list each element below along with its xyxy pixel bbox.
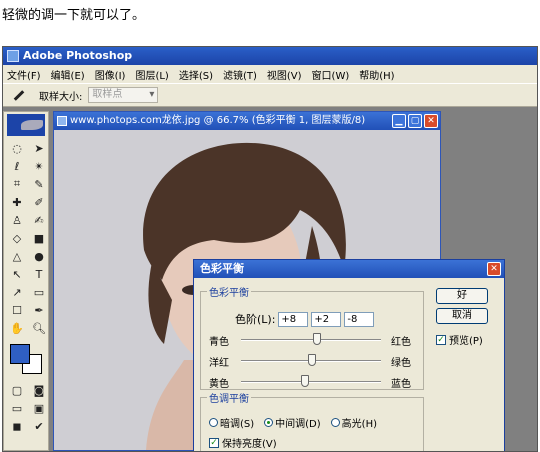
menu-help[interactable]: 帮助(H) [359, 67, 394, 82]
dodge-tool-icon[interactable]: ● [29, 248, 49, 264]
options-bar: 取样大小: 取样点 [3, 83, 537, 107]
slice-tool-icon[interactable]: ✎ [29, 176, 49, 192]
quick-mask-icon[interactable]: ◙ [29, 382, 49, 398]
levels-label: 色阶(L): [235, 313, 276, 326]
preview-checkbox[interactable]: ✓ 预览(P) [436, 332, 483, 347]
photoshop-logo-icon [7, 50, 19, 62]
sample-size-select[interactable]: 取样点 [88, 87, 159, 103]
path-select-icon[interactable]: ↖ [7, 266, 27, 282]
level-cyan-red-input[interactable]: +8 [278, 311, 309, 327]
menu-select[interactable]: 选择(S) [179, 67, 213, 82]
slider-left-label: 青色 [209, 336, 229, 348]
slider-left-label: 洋红 [209, 357, 229, 369]
sample-size-label: 取样大小: [39, 91, 83, 103]
eyedropper-tool-icon[interactable]: ✒ [29, 302, 49, 318]
gradient-tool-icon[interactable]: ■ [29, 230, 49, 246]
eyedropper-icon[interactable] [11, 88, 25, 102]
menu-filter[interactable]: 滤镜(T) [223, 67, 257, 82]
color-balance-dialog: 色彩平衡 ✕ 色彩平衡 色阶(L): +8 +2 -8 青色 红色 洋红 绿色 [193, 259, 505, 451]
menu-edit[interactable]: 编辑(E) [51, 67, 85, 82]
checkbox-checked-icon: ✓ [436, 334, 446, 345]
checkbox-checked-icon: ✓ [209, 437, 219, 448]
close-button[interactable]: ✕ [424, 114, 438, 128]
crop-tool-icon[interactable]: ⌗ [7, 176, 27, 192]
menu-view[interactable]: 视图(V) [267, 67, 302, 82]
preserve-luminosity-checkbox[interactable]: ✓ 保持亮度(V) [209, 435, 277, 450]
minimize-button[interactable]: ▁ [392, 114, 406, 128]
foreground-color-swatch[interactable] [10, 344, 30, 364]
slider-track[interactable] [241, 354, 381, 366]
slider-track[interactable] [241, 333, 381, 345]
slider-row-yellow-blue: 黄色 蓝色 [209, 373, 417, 391]
dialog-title: 色彩平衡 [200, 262, 244, 275]
level-magenta-green-input[interactable]: +2 [311, 311, 342, 327]
slider-right-label: 红色 [391, 336, 411, 348]
healing-tool-icon[interactable]: ✚ [7, 194, 27, 210]
standard-mode-icon[interactable]: ▢ [7, 382, 27, 398]
maximize-button[interactable]: ▢ [408, 114, 422, 128]
cancel-button[interactable]: 取消 [436, 308, 488, 324]
marquee-tool-icon[interactable]: ◌ [7, 140, 27, 156]
stamp-tool-icon[interactable]: ♙ [7, 212, 27, 228]
photoshop-window: Adobe Photoshop 文件(F) 编辑(E) 图像(I) 图层(L) … [2, 46, 538, 452]
slider-thumb[interactable] [308, 354, 317, 366]
slider-thumb[interactable] [301, 375, 310, 387]
tone-balance-group: 色调平衡 暗调(S) 中间调(D) 高光(H) ✓ 保持亮度(V) [200, 390, 424, 451]
app-title-bar: Adobe Photoshop [3, 47, 537, 65]
zoom-tool-icon[interactable]: 🔍︎ [29, 320, 49, 336]
ok-button[interactable]: 好 [436, 288, 488, 304]
feather-logo-icon [7, 114, 45, 136]
eraser-tool-icon[interactable]: ◇ [7, 230, 27, 246]
dialog-title-bar: 色彩平衡 ✕ [194, 260, 504, 278]
slider-thumb[interactable] [312, 333, 321, 345]
imageready-icon[interactable]: ✔ [29, 418, 49, 434]
menu-bar: 文件(F) 编辑(E) 图像(I) 图层(L) 选择(S) 滤镜(T) 视图(V… [3, 65, 537, 83]
color-swatches [10, 344, 44, 374]
caption-text: 轻微的调一下就可以了。 [2, 8, 146, 23]
color-balance-group-label: 色彩平衡 [209, 288, 249, 299]
toolbox: ◌ ➤ ℓ ✴ ⌗ ✎ ✚ ✐ ♙ ✍ ◇ ■ △ ● ↖ T ↗ ▭ ☐ ✒ … [3, 111, 49, 451]
menu-image[interactable]: 图像(I) [95, 67, 126, 82]
slider-left-label: 黄色 [209, 378, 229, 390]
brush-tool-icon[interactable]: ✐ [29, 194, 49, 210]
document-title-bar: www.photops.com龙依.jpg @ 66.7% (色彩平衡 1, 图… [54, 112, 440, 130]
menu-layer[interactable]: 图层(L) [135, 67, 168, 82]
move-tool-icon[interactable]: ➤ [29, 140, 49, 156]
app-title: Adobe Photoshop [23, 49, 133, 62]
slider-track[interactable] [241, 375, 381, 387]
menu-file[interactable]: 文件(F) [7, 67, 41, 82]
screen-mode-icon[interactable]: ▭ [7, 400, 27, 416]
document-icon [57, 116, 67, 126]
history-brush-icon[interactable]: ✍ [29, 212, 49, 228]
slider-row-cyan-red: 青色 红色 [209, 331, 417, 349]
blur-tool-icon[interactable]: △ [7, 248, 27, 264]
fullscreen-black-icon[interactable]: ◼ [7, 418, 27, 434]
slider-right-label: 蓝色 [391, 378, 411, 390]
slider-row-magenta-green: 洋红 绿色 [209, 352, 417, 370]
pen-tool-icon[interactable]: ↗ [7, 284, 27, 300]
notes-tool-icon[interactable]: ☐ [7, 302, 27, 318]
magic-wand-icon[interactable]: ✴ [29, 158, 49, 174]
tone-midtones-radio[interactable]: 中间调(D) [264, 415, 321, 430]
document-title: www.photops.com龙依.jpg @ 66.7% (色彩平衡 1, 图… [70, 115, 366, 126]
slider-right-label: 绿色 [391, 357, 411, 369]
hand-tool-icon[interactable]: ✋ [7, 320, 27, 336]
tone-highlights-radio[interactable]: 高光(H) [330, 415, 377, 430]
fullscreen-mode-icon[interactable]: ▣ [29, 400, 49, 416]
color-balance-group: 色彩平衡 色阶(L): +8 +2 -8 青色 红色 洋红 绿色 黄色 蓝色 [200, 284, 424, 390]
level-yellow-blue-input[interactable]: -8 [344, 311, 375, 327]
lasso-tool-icon[interactable]: ℓ [7, 158, 27, 174]
dialog-close-button[interactable]: ✕ [487, 262, 501, 276]
shape-tool-icon[interactable]: ▭ [29, 284, 49, 300]
tone-balance-group-label: 色调平衡 [209, 394, 249, 405]
menu-window[interactable]: 窗口(W) [312, 67, 350, 82]
tone-shadows-radio[interactable]: 暗调(S) [209, 415, 254, 430]
type-tool-icon[interactable]: T [29, 266, 49, 282]
